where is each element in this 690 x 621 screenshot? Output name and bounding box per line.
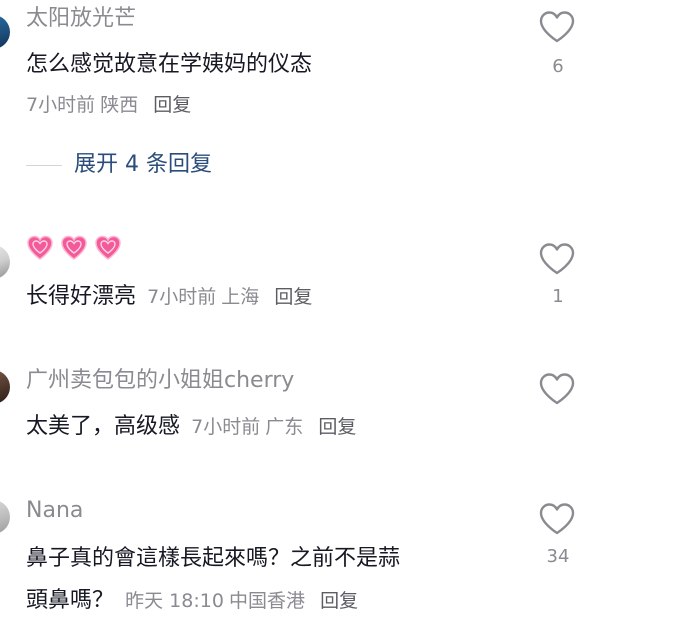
- comment-body: 頭鼻嗎？ 昨天 18:10 中国香港 回复: [26, 590, 358, 612]
- comment-time: 7小时前: [26, 94, 96, 116]
- comment-username[interactable]: 广州卖包包的小姐姐cherry: [26, 370, 294, 392]
- reply-button[interactable]: 回复: [274, 286, 312, 308]
- like-button[interactable]: [538, 502, 576, 536]
- comment-location: 广东: [265, 416, 304, 438]
- comment-meta: 7小时前 陕西 回复: [26, 96, 191, 115]
- avatar[interactable]: [0, 15, 10, 49]
- divider: [26, 164, 62, 166]
- comment-text: 鼻子真的會這樣長起來嗎？之前不是蒜: [26, 546, 401, 571]
- comment-location: 上海: [221, 286, 260, 308]
- expand-replies-label: 展开 4 条回复: [74, 152, 212, 177]
- heart-outline-icon: [539, 243, 575, 275]
- comment-username[interactable]: Nana: [26, 500, 83, 522]
- like-count: 6: [552, 56, 564, 77]
- comment-username[interactable]: 太阳放光芒: [26, 8, 136, 30]
- comment-text: 长得好漂亮: [26, 284, 137, 309]
- heart-outline-icon: [539, 503, 575, 535]
- avatar[interactable]: [0, 245, 10, 279]
- comment-username[interactable]: [26, 234, 128, 264]
- pink-heart-emoji-icon: [94, 234, 122, 262]
- expand-replies-button[interactable]: 展开 4 条回复: [26, 152, 212, 178]
- comment-time: 昨天 18:10: [125, 590, 224, 612]
- heart-outline-icon: [539, 11, 575, 43]
- pink-heart-emoji-icon: [60, 234, 88, 262]
- like-count: 1: [552, 286, 564, 307]
- comment-text: 太美了，高级感: [26, 414, 181, 439]
- comment-text-continued: 頭鼻嗎？: [26, 588, 115, 613]
- comment-body: 太美了，高级感 7小时前 广东 回复: [26, 416, 356, 438]
- avatar[interactable]: [0, 370, 10, 404]
- pink-heart-emoji-icon: [26, 234, 54, 262]
- heart-outline-icon: [539, 373, 575, 405]
- like-button[interactable]: [538, 372, 576, 406]
- reply-button[interactable]: 回复: [320, 590, 358, 612]
- comment-time: 7小时前: [147, 286, 217, 308]
- like-count: 34: [546, 546, 570, 567]
- comment-location: 陕西: [100, 94, 139, 116]
- comment-body: 长得好漂亮 7小时前 上海 回复: [26, 286, 312, 308]
- like-button[interactable]: [538, 10, 576, 44]
- comment-time: 7小时前: [191, 416, 261, 438]
- comment-location: 中国香港: [229, 590, 306, 612]
- reply-button[interactable]: 回复: [153, 94, 191, 116]
- reply-button[interactable]: 回复: [318, 416, 356, 438]
- avatar[interactable]: [0, 500, 10, 534]
- comment-text: 怎么感觉故意在学姨妈的仪态: [26, 52, 313, 77]
- like-button[interactable]: [538, 242, 576, 276]
